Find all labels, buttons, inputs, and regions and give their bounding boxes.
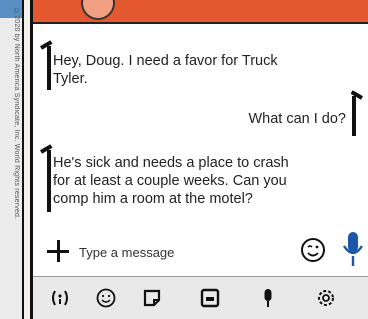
message-line: for at least a couple weeks. Can you: [53, 173, 287, 189]
sticker-icon[interactable]: [141, 287, 163, 309]
message-line: Hey, Doug. I need a favor for Truck: [53, 53, 278, 69]
message-input[interactable]: [79, 240, 279, 264]
header-bar: [33, 0, 368, 24]
microphone-icon[interactable]: [341, 230, 365, 270]
message-line: comp him a room at the motel?: [53, 191, 253, 207]
copyright-strip: ©2020 by North America Syndicate, Inc. W…: [0, 0, 24, 319]
microphone-icon[interactable]: [257, 287, 279, 309]
message-line: He's sick and needs a place to crash: [53, 155, 289, 171]
bubble-tail-icon: [47, 46, 51, 90]
contact-avatar[interactable]: [81, 0, 115, 20]
image-icon[interactable]: [199, 287, 221, 309]
message-line: Tyler.: [53, 71, 88, 87]
incoming-message: He's sick and needs a place to crash for…: [53, 154, 289, 208]
add-attachment-icon[interactable]: [47, 240, 69, 262]
incoming-message: Hey, Doug. I need a favor for Truck Tyle…: [53, 52, 278, 88]
bottom-toolbar: [33, 276, 368, 319]
messaging-screen: Hey, Doug. I need a favor for Truck Tyle…: [30, 0, 368, 319]
bubble-tail-icon: [47, 150, 51, 212]
emoji-icon[interactable]: [299, 236, 327, 264]
settings-icon[interactable]: [315, 287, 337, 309]
emoji-icon[interactable]: [95, 287, 117, 309]
bubble-tail-icon: [352, 96, 356, 136]
copyright-text: ©2020 by North America Syndicate, Inc. W…: [13, 8, 20, 220]
composer-bar: [33, 226, 368, 276]
gif-icon[interactable]: [49, 287, 71, 309]
message-line: What can I do?: [248, 111, 346, 127]
outgoing-message: What can I do?: [248, 110, 346, 128]
